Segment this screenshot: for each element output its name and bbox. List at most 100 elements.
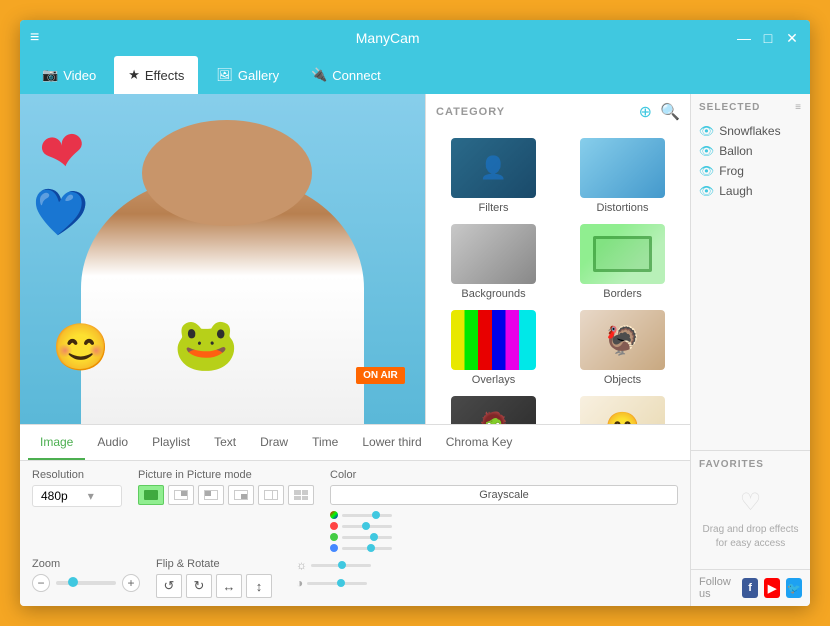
resolution-value: 480p: [41, 489, 68, 503]
pip-bottom-right-button[interactable]: [228, 485, 254, 505]
panel-menu-icon[interactable]: ≡: [795, 102, 802, 113]
rotate-right-button[interactable]: ↻: [186, 574, 212, 598]
preview-area: ❤ 💙 🐸 😊 ON AIR 🎥 📡 📷: [20, 94, 425, 424]
selected-header: SELECTED ≡: [699, 102, 802, 113]
category-objects[interactable]: 🦃 Objects: [559, 306, 686, 390]
resolution-select[interactable]: 480p ▾: [32, 485, 122, 507]
flip-h-button[interactable]: ↔: [216, 574, 242, 598]
tab-gallery[interactable]: 🖼 Gallery: [202, 56, 293, 94]
controls-row-2: Zoom − + Flip & Rotate ↺: [32, 558, 678, 598]
connect-icon: 🔌: [311, 67, 327, 83]
minimize-button[interactable]: —: [736, 30, 752, 47]
category-face[interactable]: 🧟 Faces: [430, 392, 557, 424]
tab-draw[interactable]: Draw: [248, 425, 300, 460]
bottom-tabs: Image Audio Playlist Text Draw Time Lowe…: [20, 424, 690, 460]
eye-icon-snowflakes[interactable]: 👁: [699, 124, 714, 138]
selected-snowflakes: 👁 Snowflakes: [699, 121, 802, 141]
tab-audio[interactable]: Audio: [85, 425, 140, 460]
tab-video-label: Video: [63, 68, 96, 83]
pip-full-button[interactable]: [138, 485, 164, 505]
borders-label: Borders: [603, 288, 642, 300]
zoom-minus-button[interactable]: −: [32, 574, 50, 592]
blue-dot: [330, 544, 338, 552]
distortions-label: Distortions: [597, 202, 649, 214]
window-controls: — □ ✕: [736, 30, 800, 47]
heart-blue: 💙: [30, 184, 90, 242]
red-thumb[interactable]: [362, 522, 370, 530]
tab-image[interactable]: Image: [28, 425, 85, 460]
app-window: ≡ ManyCam — □ ✕ 📷 Video ★ Effects 🖼 Gall…: [20, 20, 810, 606]
category-emoji[interactable]: 😊 Emoji: [559, 392, 686, 424]
category-grid: 👤 Filters Distortions: [426, 130, 690, 424]
backgrounds-thumb: [451, 224, 536, 284]
distortions-thumb: [580, 138, 665, 198]
filters-label: Filters: [479, 202, 509, 214]
multicolor-slider[interactable]: [342, 514, 392, 517]
selected-frog-label: Frog: [719, 164, 744, 178]
color-group: Color Grayscale: [330, 469, 678, 552]
category-overlays[interactable]: Overlays: [430, 306, 557, 390]
dropdown-arrow: ▾: [88, 489, 94, 503]
zoom-slider[interactable]: [56, 581, 116, 585]
rotate-left-button[interactable]: ↺: [156, 574, 182, 598]
zoom-plus-button[interactable]: +: [122, 574, 140, 592]
category-distortions[interactable]: Distortions: [559, 134, 686, 218]
youtube-button[interactable]: ▶: [764, 578, 780, 598]
red-slider[interactable]: [342, 525, 392, 528]
pip-side-button[interactable]: [258, 485, 284, 505]
flip-v-button[interactable]: ↕: [246, 574, 272, 598]
multicolor-thumb[interactable]: [372, 511, 380, 519]
pip-label: Picture in Picture mode: [138, 469, 314, 481]
tab-video[interactable]: 📷 Video: [28, 56, 110, 94]
menu-icon[interactable]: ≡: [30, 29, 39, 47]
pip-top-left-button[interactable]: [198, 485, 224, 505]
green-slider[interactable]: [342, 536, 392, 539]
eye-icon-frog[interactable]: 👁: [699, 164, 714, 178]
tab-time[interactable]: Time: [300, 425, 350, 460]
add-category-button[interactable]: ⊕: [639, 102, 652, 122]
objects-thumb: 🦃: [580, 310, 665, 370]
tab-lower-third[interactable]: Lower third: [350, 425, 433, 460]
tab-chroma-key[interactable]: Chroma Key: [434, 425, 525, 460]
center-panel: ❤ 💙 🐸 😊 ON AIR 🎥 📡 📷: [20, 94, 690, 606]
tab-effects[interactable]: ★ Effects: [114, 56, 198, 94]
zoom-label: Zoom: [32, 558, 140, 570]
maximize-button[interactable]: □: [760, 30, 776, 47]
pip-options: [138, 485, 314, 505]
close-button[interactable]: ✕: [784, 30, 800, 47]
blue-thumb[interactable]: [367, 544, 375, 552]
facebook-button[interactable]: f: [742, 578, 758, 598]
backgrounds-label: Backgrounds: [461, 288, 525, 300]
tab-playlist[interactable]: Playlist: [140, 425, 202, 460]
controls-panel: Resolution 480p ▾ Picture in Picture mod…: [20, 460, 690, 606]
category-borders[interactable]: Borders: [559, 220, 686, 304]
color-slider-blue: [330, 544, 678, 552]
category-filters[interactable]: 👤 Filters: [430, 134, 557, 218]
selected-label: SELECTED: [699, 102, 760, 113]
twitter-button[interactable]: 🐦: [786, 578, 802, 598]
selected-panel: SELECTED ≡ 👁 Snowflakes 👁 Ballon 👁 Frog …: [691, 94, 810, 450]
color-slider-red: [330, 522, 678, 530]
pip-top-right-button[interactable]: [168, 485, 194, 505]
filters-thumb: 👤: [451, 138, 536, 198]
contrast-thumb[interactable]: [337, 579, 345, 587]
eye-icon-ballon[interactable]: 👁: [699, 144, 714, 158]
color-slider-multicolor: [330, 511, 678, 519]
brightness-slider[interactable]: [311, 564, 371, 567]
preview-image: ❤ 💙 🐸 😊 ON AIR: [20, 94, 425, 424]
green-thumb[interactable]: [370, 533, 378, 541]
heart-outline-icon: ♡: [740, 488, 762, 517]
tab-connect[interactable]: 🔌 Connect: [297, 56, 395, 94]
category-backgrounds[interactable]: Backgrounds: [430, 220, 557, 304]
blue-slider[interactable]: [342, 547, 392, 550]
zoom-thumb[interactable]: [68, 577, 78, 587]
face-thumb: 🧟: [451, 396, 536, 424]
contrast-slider[interactable]: [307, 582, 367, 585]
grayscale-button[interactable]: Grayscale: [330, 485, 678, 505]
pip-grid-button[interactable]: [288, 485, 314, 505]
search-category-button[interactable]: 🔍: [660, 102, 680, 122]
eye-icon-laugh[interactable]: 👁: [699, 184, 714, 198]
tab-text[interactable]: Text: [202, 425, 248, 460]
multicolor-dot: [330, 511, 338, 519]
brightness-thumb[interactable]: [338, 561, 346, 569]
